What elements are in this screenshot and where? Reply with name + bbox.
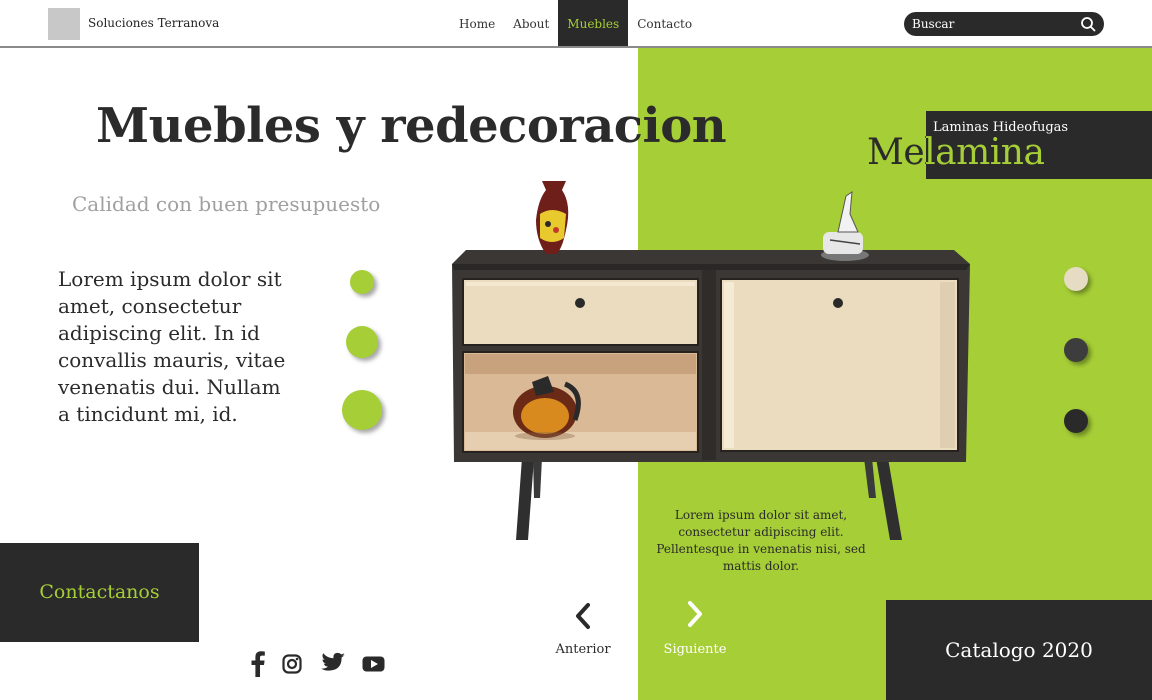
main-nav: Home About Muebles Contacto xyxy=(450,0,701,46)
youtube-icon[interactable] xyxy=(362,656,385,672)
twitter-icon[interactable] xyxy=(321,652,346,674)
top-navigation-bar: Soluciones Terranova Home About Muebles … xyxy=(0,0,1152,48)
slide-dot-1[interactable] xyxy=(350,270,374,294)
search-input[interactable] xyxy=(912,15,1072,33)
previous-label: Anterior xyxy=(555,642,611,657)
contact-button[interactable]: Contactanos xyxy=(0,543,199,642)
catalog-button-label: Catalogo 2020 xyxy=(945,638,1093,662)
logo-placeholder[interactable] xyxy=(48,8,80,40)
hero-description: Lorem ipsum dolor sit amet, consectetur … xyxy=(58,267,286,426)
search-icon[interactable] xyxy=(1080,16,1096,32)
nav-item-about[interactable]: About xyxy=(504,0,558,46)
search-bar xyxy=(904,12,1104,36)
chevron-right-icon xyxy=(688,601,702,627)
previous-button[interactable]: Anterior xyxy=(543,600,623,660)
nav-item-contacto[interactable]: Contacto xyxy=(628,0,701,46)
hero-title: Muebles y redecoracion xyxy=(96,98,727,154)
sideboard-illustration xyxy=(452,181,970,540)
catalog-button[interactable]: Catalogo 2020 xyxy=(886,600,1152,700)
slide-dot-2[interactable] xyxy=(346,326,378,358)
swatch-cream[interactable] xyxy=(1064,267,1088,291)
next-button[interactable]: Siguiente xyxy=(655,600,735,660)
brand-name[interactable]: Soluciones Terranova xyxy=(88,16,219,30)
swatch-black[interactable] xyxy=(1064,409,1088,433)
feature-word-overlay: Melamina xyxy=(926,132,1045,173)
nav-item-home[interactable]: Home xyxy=(450,0,504,46)
nav-item-muebles[interactable]: Muebles xyxy=(558,0,629,46)
chevron-left-icon xyxy=(576,603,590,629)
feature-description: Lorem ipsum dolor sit amet, consectetur … xyxy=(656,508,866,573)
contact-button-label: Contactanos xyxy=(39,581,160,603)
feature-badge: Laminas Hideofugas Melamina xyxy=(926,111,1152,179)
slide-dot-3[interactable] xyxy=(342,390,382,430)
next-label: Siguiente xyxy=(663,642,727,657)
facebook-icon[interactable] xyxy=(250,650,266,678)
swatch-gray[interactable] xyxy=(1064,338,1088,362)
instagram-icon[interactable] xyxy=(282,654,302,674)
hero-subtitle: Calidad con buen presupuesto xyxy=(72,192,381,216)
